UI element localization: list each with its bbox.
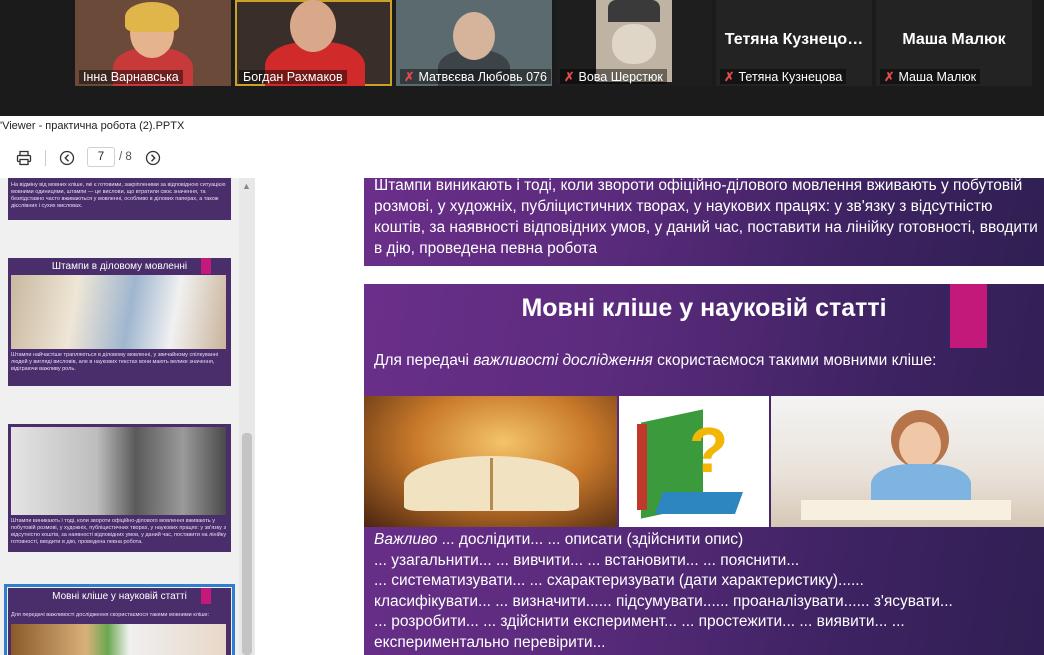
participant-tile[interactable]: Тетяна Кузнецо… ✗ Тетяна Кузнецова [716,0,872,86]
papers-image [11,275,226,349]
muted-mic-icon: ✗ [724,70,735,84]
print-button[interactable] [14,148,34,168]
participant-name: ✗ Вова Шерстюк [560,69,667,84]
thumbnail-accent [201,588,211,604]
muted-mic-icon: ✗ [884,70,895,84]
thumbnail-title: Штампи в діловому мовленні [51,261,188,272]
page-number-input[interactable] [87,147,115,167]
slide-current: Мовні кліше у науковій статті Для переда… [364,284,1044,655]
scrollbar-thumb[interactable] [242,433,252,655]
muted-mic-icon: ✗ [404,70,415,84]
question-book-image: ? [619,396,769,527]
scroll-up-icon[interactable]: ▲ [242,181,251,191]
open-book-image [364,396,617,527]
participant-name: ✗ Матвєєва Любовь 076 [400,69,551,84]
participant-name: Інна Варнавська [79,70,183,84]
viewer-title: 'Viewer - практична робота (2).PPTX [0,120,185,132]
cliche-line: ... розробити... ... здійснити експериме… [374,613,905,630]
prev-page-icon [59,150,75,166]
participant-tile[interactable]: Богдан Рахмаков [235,0,392,86]
slide-intro: Для передачі важливості дослідження скор… [374,352,937,369]
thumbnail-scrollbar[interactable] [239,178,255,655]
participant-name: ✗ Маша Малюк [880,69,981,84]
paper-stack-image [11,427,226,515]
participant-name: Богдан Рахмаков [239,70,347,84]
participant-tile[interactable]: ✗ Матвєєва Любовь 076 [396,0,552,86]
participant-tile[interactable]: ✗ Вова Шерстюк [556,0,712,86]
thumbnail-accent [201,258,211,274]
cliche-line: класифікувати... ... визначити...... під… [374,592,953,610]
slide-heading: Мовні кліше у науковій статті [521,294,887,322]
next-page-button[interactable] [143,148,163,168]
thumbnail-title: Мовні кліше у науковій статті [52,591,187,602]
participant-display-name: Тетяна Кузнецо… [724,31,864,48]
participant-tile[interactable]: Інна Варнавська [75,0,231,86]
thumbnail-text: Штампи найчастіше трапляються в діловому… [11,352,219,372]
video-face [453,12,495,60]
prev-page-button[interactable] [57,148,77,168]
cliche-line: експериментально перевірити... [374,633,606,651]
video-face [290,0,336,52]
cliche-line: ... систематизувати... ... схарактеризув… [374,572,864,589]
cliche-list: Важливо ... дослідити... ... описати (зд… [374,530,953,653]
participants-strip: Інна Варнавська Богдан Рахмаков ✗ Матвєєв… [0,0,1044,116]
slide-thumbnail-selected[interactable]: Мовні кліше у науковій статті Для переда… [4,584,235,655]
page-total: / 8 [119,151,132,163]
slide-thumbnail[interactable]: Штампи в діловому мовленні Штампи найчас… [8,258,231,386]
participant-display-name: Маша Малюк [902,31,1006,48]
video-hair [125,2,179,32]
slide-thumbnail[interactable]: На відміну від мовних кліше, які є готов… [8,178,231,220]
thumbnail-pane[interactable]: На відміну від мовних кліше, які є готов… [0,178,255,655]
thumbnail-text: Для передачі важливості дослідження скор… [11,612,210,618]
printer-icon [16,150,32,166]
participant-tile[interactable]: Маша Малюк ✗ Маша Малюк [876,0,1032,86]
muted-mic-icon: ✗ [564,70,575,84]
cliche-line: Важливо ... дослідити... ... описати (зд… [374,531,744,548]
slide-view[interactable]: Штампи виникають і тоді, коли звороти оф… [256,178,1044,655]
slide-thumbnail[interactable]: Штампи виникають і тоді, коли звороти оф… [8,424,231,552]
slide-previous: Штампи виникають і тоді, коли звороти оф… [364,178,1044,266]
toolbar-divider [45,150,46,166]
girl-writing-image [771,396,1044,527]
thumbnail-images [11,624,226,655]
cliche-line: ... узагальнити... ... вивчити... ... вс… [374,551,800,569]
next-page-icon [145,150,161,166]
slide-body-text: Штампи виникають і тоді, коли звороти оф… [374,178,1038,257]
thumbnail-text: На відміну від мовних кліше, які є готов… [11,182,226,209]
thumbnail-text: Штампи виникають і тоді, коли звороти оф… [11,518,227,545]
participant-name: ✗ Тетяна Кузнецова [720,69,847,84]
